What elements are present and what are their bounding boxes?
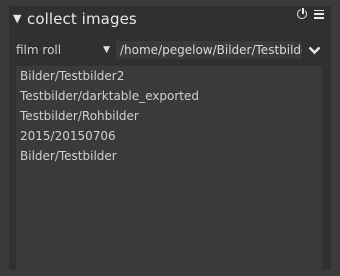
- list-item[interactable]: 2015/20150706: [16, 126, 322, 146]
- chevron-down-icon: [308, 46, 320, 54]
- list-item[interactable]: Testbilder/Rohbilder: [16, 106, 322, 126]
- triangle-down-icon[interactable]: ▼: [13, 12, 25, 25]
- collect-images-module: ▼ collect images film roll ▼ /home/pegel…: [9, 6, 331, 270]
- presets-menu-icon[interactable]: [314, 9, 324, 19]
- list-item[interactable]: Bilder/Testbilder2: [16, 66, 322, 86]
- caret-down-icon: ▼: [103, 45, 110, 55]
- module-header-icons: [297, 7, 324, 19]
- list-item[interactable]: Testbilder/darktable_exported: [16, 86, 322, 106]
- reset-icon[interactable]: [297, 7, 307, 19]
- module-header[interactable]: ▼ collect images: [9, 6, 331, 31]
- collection-results-list: Bilder/Testbilder2 Testbilder/darktable_…: [16, 66, 322, 270]
- list-item[interactable]: Bilder/Testbilder: [16, 146, 322, 166]
- module-title: collect images: [27, 9, 137, 28]
- collect-rule-row: film roll ▼ /home/pegelow/Bilder/Testbil…: [16, 41, 322, 59]
- path-entry[interactable]: /home/pegelow/Bilder/Testbilder: [116, 41, 302, 59]
- path-dropdown-button[interactable]: [306, 46, 322, 55]
- property-combobox-label: film roll: [16, 43, 62, 57]
- property-combobox[interactable]: film roll ▼: [16, 43, 116, 57]
